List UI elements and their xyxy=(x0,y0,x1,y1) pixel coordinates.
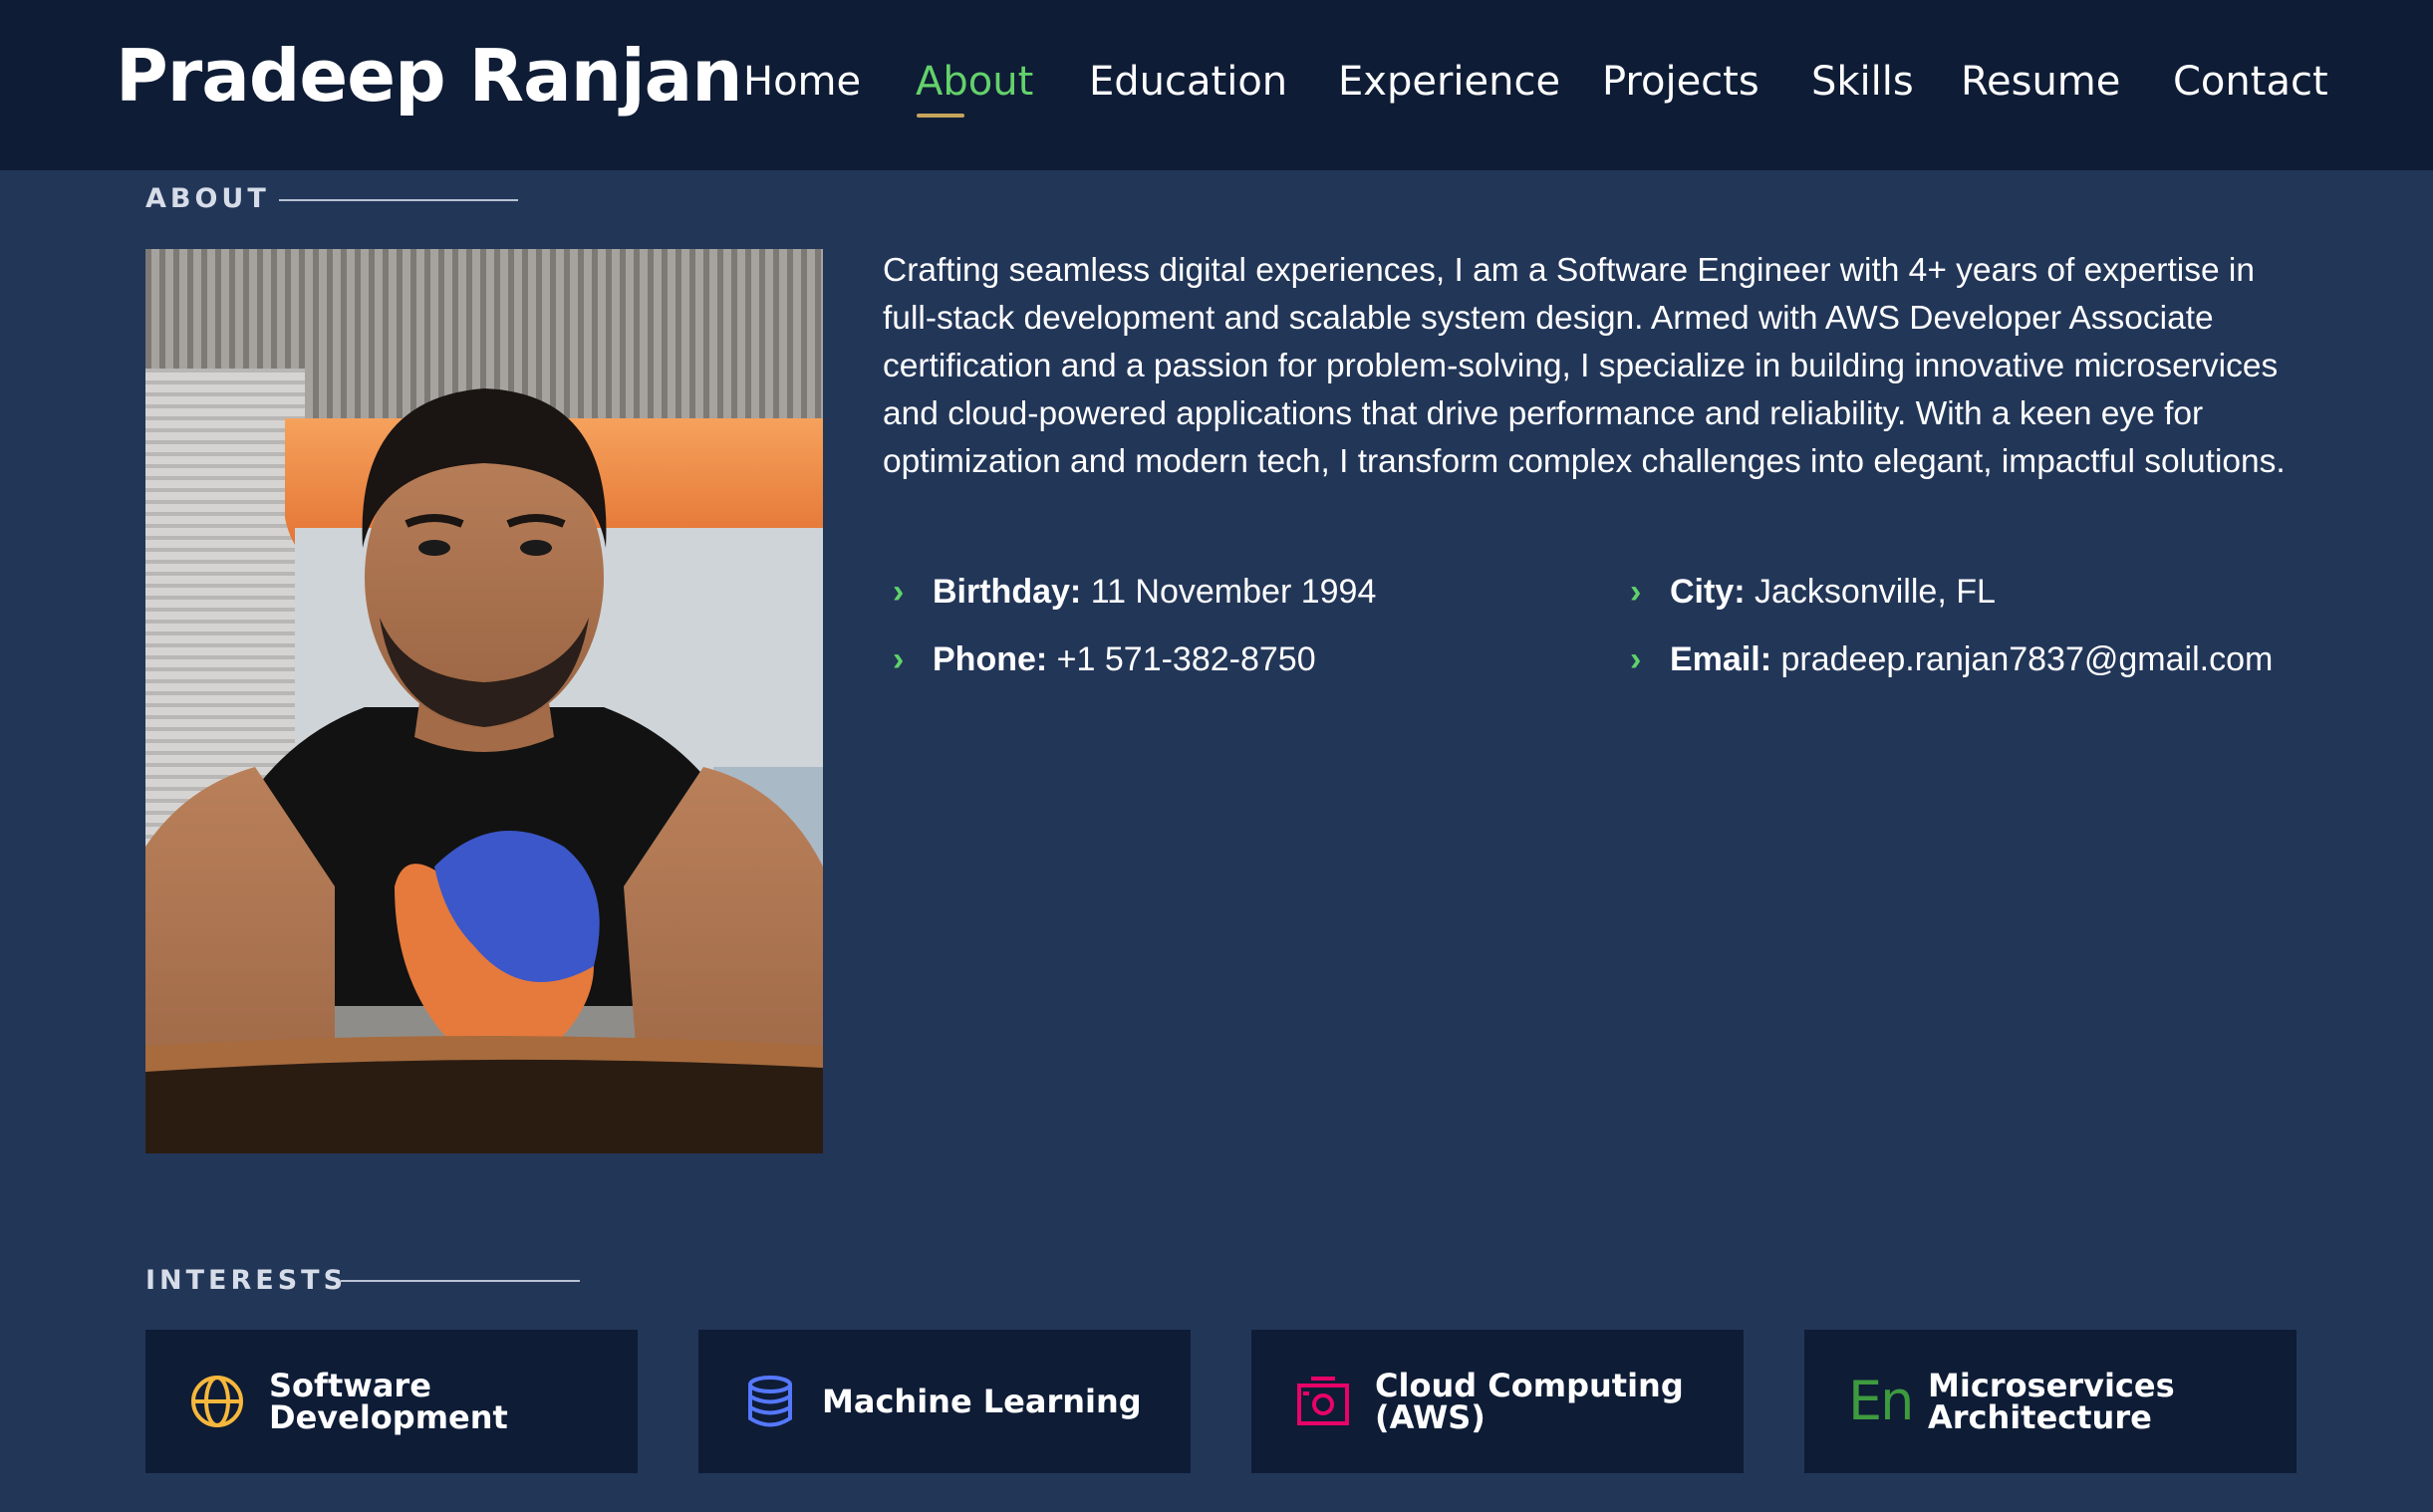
detail-phone: › Phone: +1 571-382-8750 xyxy=(893,634,1316,684)
phone-value[interactable]: +1 571-382-8750 xyxy=(1057,640,1316,678)
nav-experience[interactable]: Experience xyxy=(1338,52,1560,112)
interest-label: Machine Learning xyxy=(822,1383,1142,1420)
chevron-right-icon: › xyxy=(893,573,905,611)
camera-icon xyxy=(1297,1377,1349,1425)
detail-email: › Email: pradeep.ranjan7837@gmail.com xyxy=(1630,634,2273,684)
detail-city: › City: Jacksonville, FL xyxy=(1630,567,1996,617)
globe-icon xyxy=(191,1376,243,1427)
birthday-label: Birthday: xyxy=(933,573,1082,611)
detail-birthday: › Birthday: 11 November 1994 xyxy=(893,567,1376,617)
interest-card-machine-learning[interactable]: Machine Learning xyxy=(698,1330,1191,1473)
nav-resume[interactable]: Resume xyxy=(1961,52,2120,112)
chevron-right-icon: › xyxy=(1630,573,1642,611)
city-label: City: xyxy=(1670,573,1746,611)
phone-label: Phone: xyxy=(933,640,1048,678)
chevron-right-icon: › xyxy=(1630,640,1642,678)
nav-skills[interactable]: Skills xyxy=(1811,52,1914,112)
about-section-title: ABOUT xyxy=(145,183,270,214)
email-label: Email: xyxy=(1670,640,1772,678)
about-title-divider xyxy=(279,199,518,201)
nav-about[interactable]: About xyxy=(916,52,1033,112)
email-value[interactable]: pradeep.ranjan7837@gmail.com xyxy=(1781,640,2274,678)
interest-label: Microservices Architecture xyxy=(1928,1367,2175,1436)
interests-section-title: INTERESTS xyxy=(145,1265,348,1296)
site-logo-name[interactable]: Pradeep Ranjan xyxy=(116,26,742,126)
nav-education[interactable]: Education xyxy=(1089,52,1287,112)
interest-card-software-development[interactable]: Software Development xyxy=(145,1330,638,1473)
database-icon xyxy=(748,1376,792,1427)
interest-label: Cloud Computing (AWS) xyxy=(1375,1367,1684,1436)
chevron-right-icon: › xyxy=(893,640,905,678)
city-value: Jacksonville, FL xyxy=(1755,573,1996,611)
site-header: Pradeep Ranjan Home About Education Expe… xyxy=(0,0,2433,170)
birthday-value: 11 November 1994 xyxy=(1090,573,1377,611)
interest-label: Software Development xyxy=(269,1367,508,1436)
nav-contact[interactable]: Contact xyxy=(2173,52,2328,112)
english-icon: En xyxy=(1848,1370,1914,1432)
interest-card-cloud-computing[interactable]: Cloud Computing (AWS) xyxy=(1251,1330,1744,1473)
nav-projects[interactable]: Projects xyxy=(1602,52,1759,112)
nav-home[interactable]: Home xyxy=(743,52,861,112)
interests-title-divider xyxy=(341,1280,580,1282)
interest-card-microservices[interactable]: En Microservices Architecture xyxy=(1804,1330,2297,1473)
nav-active-indicator xyxy=(917,114,964,118)
about-bio: Crafting seamless digital experiences, I… xyxy=(883,252,2286,480)
profile-photo xyxy=(145,249,823,1153)
